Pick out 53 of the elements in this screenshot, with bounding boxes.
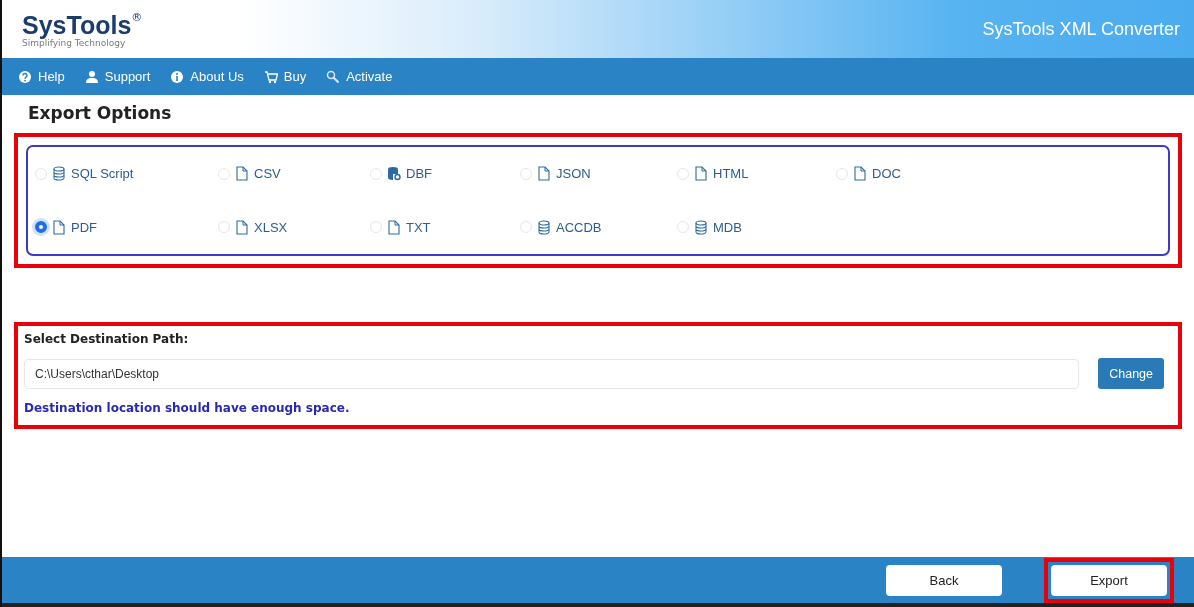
file-icon [537,166,551,182]
export-option[interactable]: PDF [35,219,97,235]
database-gear-icon [387,166,401,182]
option-label: PDF [71,219,97,235]
person-icon [84,69,99,84]
field-label: Select Destination Path: [24,332,190,346]
option-label: MDB [713,219,742,235]
file-icon [853,166,867,182]
export-option[interactable]: SQL Script [35,166,134,182]
file-icon [694,166,708,182]
export-option[interactable]: DOC [836,166,901,182]
database-icon [537,219,551,235]
export-option[interactable]: XLSX [218,219,288,235]
menu-item[interactable]: Buy [255,69,315,84]
menu-item[interactable]: Help [10,69,73,84]
path-input-field[interactable]: C:\Users\cthar\Desktop [24,358,1080,389]
option-label: ACCDB [556,219,602,235]
export-button[interactable]: Export [1051,564,1167,596]
info-note: Destination location should have enough space. [24,401,351,415]
file-icon [52,219,66,235]
option-label: DOC [872,166,901,182]
export-option[interactable]: CSV [218,166,281,182]
help-icon [18,69,32,84]
option-label: JSON [556,166,591,182]
registered-mark: ® [131,10,143,24]
option-label: XLSX [254,219,288,235]
window-title: SysTools XML Converter [982,18,1180,40]
file-icon [235,219,249,235]
file-icon [387,219,401,235]
file-icon [235,166,249,182]
cart-icon [263,69,278,84]
logo-text: SysTools [22,10,132,39]
export-option[interactable]: HTML [677,166,749,182]
radio-button[interactable] [35,221,47,234]
export-option[interactable]: TXT [370,219,431,235]
option-label: CSV [254,166,281,182]
option-label: TXT [406,219,431,235]
back-button[interactable]: Back [886,564,1002,596]
info-icon [170,69,185,84]
option-label: HTML [713,166,749,182]
menu-item[interactable]: Support [76,69,159,84]
export-option[interactable]: JSON [520,166,591,182]
option-label: DBF [406,166,432,182]
menu-item[interactable]: Activate [318,69,401,84]
export-option[interactable]: DBF [370,166,432,182]
option-label: SQL Script [71,166,134,182]
export-option[interactable]: MDB [677,219,742,235]
change-button[interactable]: Change [1098,358,1164,389]
menu-item[interactable]: About Us [162,69,252,84]
database-icon [694,219,708,235]
export-option[interactable]: ACCDB [520,219,602,235]
database-icon [52,166,66,182]
section-heading: Export Options [27,103,173,123]
